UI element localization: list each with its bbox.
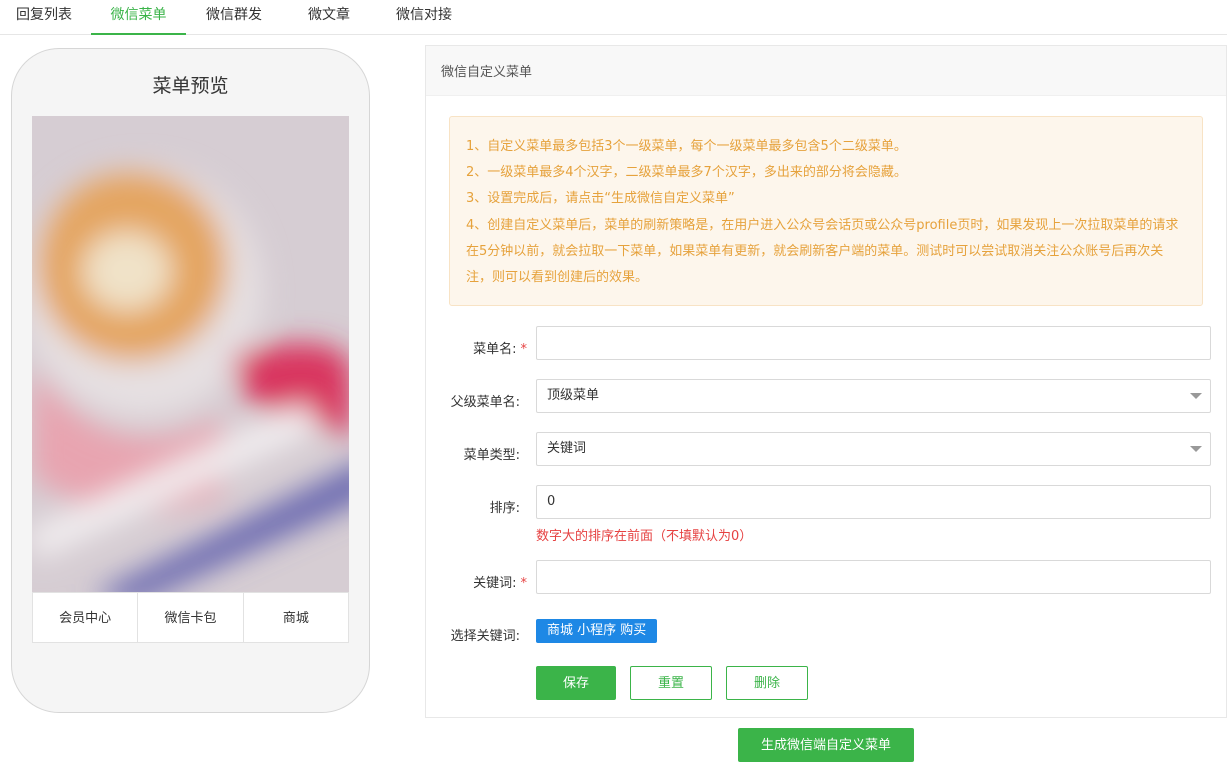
required-mark: * bbox=[520, 576, 528, 591]
sort-label: 排序: bbox=[489, 501, 520, 516]
notice-line-1: 1、自定义菜单最多包括3个一级菜单，每个一级菜单最多包含5个二级菜单。 bbox=[466, 139, 907, 154]
menu-type-select[interactable]: 关键词 bbox=[536, 432, 1211, 466]
keyword-label: 关键词: * bbox=[473, 576, 528, 591]
menu-type-label: 菜单类型: bbox=[463, 448, 520, 463]
tab-micro-article[interactable]: 微文章 bbox=[285, 0, 373, 35]
required-mark: * bbox=[520, 342, 528, 357]
parent-menu-value: 顶级菜单 bbox=[547, 388, 600, 403]
delete-button[interactable]: 删除 bbox=[726, 666, 808, 700]
menu-name-label: 菜单名: * bbox=[473, 342, 528, 357]
notice-line-4: 4、创建自定义菜单后，菜单的刷新策略是，在用户进入公众号会话页或公众号profi… bbox=[466, 217, 1179, 286]
notice-box: 1、自定义菜单最多包括3个一级菜单，每个一级菜单最多包含5个二级菜单。 2、一级… bbox=[449, 116, 1203, 306]
tab-wechat-menu[interactable]: 微信菜单 bbox=[91, 0, 186, 35]
notice-line-3: 3、设置完成后，请点击“生成微信自定义菜单” bbox=[466, 191, 735, 207]
notice-line-2: 2、一级菜单最多4个汉字，二级菜单最多7个汉字，多出来的部分将会隐藏。 bbox=[466, 165, 907, 181]
keyword-input[interactable] bbox=[536, 560, 1211, 594]
choose-keyword-label: 选择关键词: bbox=[450, 629, 520, 644]
reset-button[interactable]: 重置 bbox=[630, 666, 712, 700]
tab-wechat-integration[interactable]: 微信对接 bbox=[380, 0, 468, 35]
preview-menu-item-wechat-card[interactable]: 微信卡包 bbox=[138, 593, 244, 642]
preview-menu-bar: 会员中心 微信卡包 商城 bbox=[32, 592, 349, 643]
save-button[interactable]: 保存 bbox=[536, 666, 616, 700]
preview-title: 菜单预览 bbox=[152, 75, 229, 97]
chevron-down-icon bbox=[1190, 446, 1202, 452]
preview-background-image bbox=[32, 116, 349, 592]
sort-hint: 数字大的排序在前面（不填默认为0） bbox=[536, 529, 753, 544]
parent-menu-label: 父级菜单名: bbox=[450, 395, 520, 410]
preview-menu-item-member-center[interactable]: 会员中心 bbox=[33, 593, 139, 642]
menu-settings-panel: 微信自定义菜单 1、自定义菜单最多包括3个一级菜单，每个一级菜单最多包含5个二级… bbox=[425, 45, 1227, 718]
coffee-cup-image bbox=[32, 116, 349, 592]
generate-wechat-menu-button[interactable]: 生成微信端自定义菜单 bbox=[738, 728, 914, 762]
keyword-tag[interactable]: 商城 小程序 购买 bbox=[536, 619, 658, 643]
phone-preview: 菜单预览 会员中心 微信卡包 商城 bbox=[11, 48, 370, 713]
menu-name-input[interactable] bbox=[536, 326, 1211, 360]
menu-type-value: 关键词 bbox=[547, 441, 587, 456]
tab-bar: 回复列表 微信菜单 微信群发 微文章 微信对接 bbox=[0, 0, 1227, 35]
preview-menu-item-mall[interactable]: 商城 bbox=[244, 593, 348, 642]
tab-reply-list[interactable]: 回复列表 bbox=[0, 0, 88, 35]
parent-menu-select[interactable]: 顶级菜单 bbox=[536, 379, 1211, 413]
chevron-down-icon bbox=[1190, 393, 1202, 399]
sort-input[interactable]: 0 bbox=[536, 485, 1211, 519]
panel-title: 微信自定义菜单 bbox=[426, 46, 1226, 96]
tab-wechat-broadcast[interactable]: 微信群发 bbox=[190, 0, 278, 35]
